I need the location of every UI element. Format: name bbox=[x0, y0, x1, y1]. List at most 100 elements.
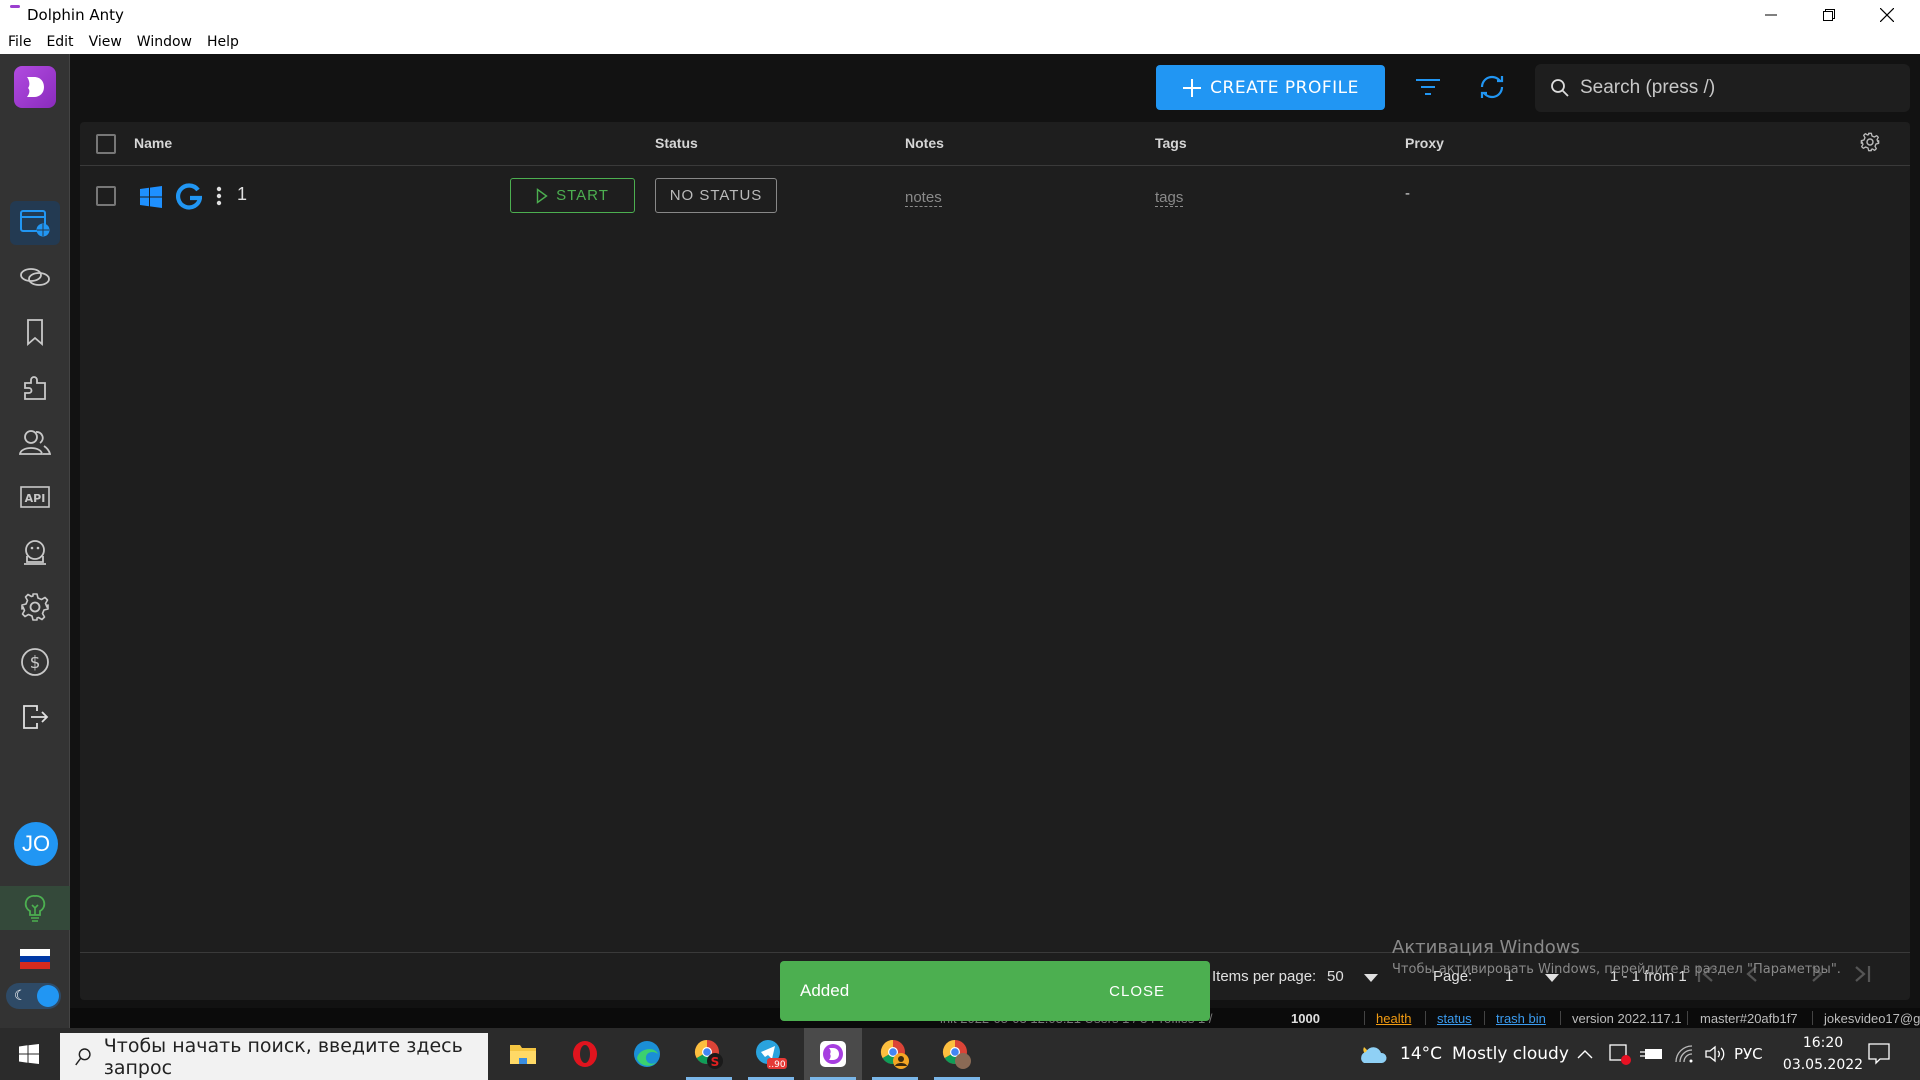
tray-battery-icon[interactable] bbox=[1640, 1028, 1664, 1080]
sidebar-item-users[interactable] bbox=[10, 420, 60, 464]
items-per-page-value[interactable]: 50 bbox=[1327, 968, 1344, 985]
sidebar-item-logout[interactable] bbox=[10, 695, 60, 739]
tray-wifi-icon[interactable] bbox=[1674, 1028, 1694, 1080]
windows-start-icon bbox=[19, 1044, 39, 1064]
dolphin-logo-icon bbox=[27, 77, 44, 97]
select-all-checkbox[interactable] bbox=[96, 134, 116, 154]
plus-icon bbox=[1183, 78, 1202, 97]
sidebar-item-synchronizer[interactable] bbox=[10, 255, 60, 299]
language-flag-ru[interactable] bbox=[20, 949, 50, 970]
taskbar-telegram[interactable]: ..90 bbox=[742, 1028, 800, 1080]
filter-button[interactable] bbox=[1411, 70, 1445, 104]
dolphin-logo[interactable] bbox=[14, 66, 56, 108]
taskbar-file-explorer[interactable] bbox=[494, 1028, 552, 1080]
weather-temperature: 14°C bbox=[1400, 1044, 1443, 1064]
column-tags[interactable]: Tags bbox=[1155, 135, 1187, 151]
taskbar-chrome-profile-user[interactable] bbox=[866, 1028, 924, 1080]
bookmark-icon bbox=[27, 319, 43, 346]
tips-button[interactable] bbox=[0, 886, 70, 930]
browser-globe-icon bbox=[20, 210, 50, 237]
divider bbox=[1484, 1011, 1485, 1025]
last-page-button[interactable] bbox=[1853, 964, 1871, 990]
trash-bin-link[interactable]: trash bin bbox=[1496, 1011, 1546, 1026]
tray-volume-icon[interactable] bbox=[1704, 1028, 1728, 1080]
profile-name[interactable]: 1 bbox=[237, 184, 247, 205]
tray-overflow-button[interactable] bbox=[1577, 1028, 1593, 1080]
app-icon bbox=[10, 5, 20, 8]
row-checkbox[interactable] bbox=[96, 186, 116, 206]
menu-edit[interactable]: Edit bbox=[46, 34, 73, 50]
menu-help[interactable]: Help bbox=[207, 34, 239, 50]
snackbar-close-button[interactable]: CLOSE bbox=[1109, 983, 1165, 1000]
divider bbox=[1560, 1011, 1561, 1025]
build-branch: master#20afb1f7 bbox=[1700, 1011, 1798, 1026]
table-row[interactable]: 1 START NO STATUS notes tags - bbox=[80, 167, 1910, 227]
taskbar-search[interactable]: Чтобы начать поиск, введите здесь запрос bbox=[60, 1033, 488, 1080]
sidebar-item-settings[interactable] bbox=[10, 585, 60, 629]
notification-icon bbox=[1868, 1043, 1890, 1065]
taskbar-dolphin-anty[interactable] bbox=[804, 1028, 862, 1080]
profile-menu-button[interactable] bbox=[216, 185, 222, 212]
profile-status-badge[interactable]: NO STATUS bbox=[655, 178, 777, 213]
refresh-button[interactable] bbox=[1475, 70, 1509, 104]
divider bbox=[1687, 1011, 1688, 1025]
edge-icon bbox=[634, 1041, 660, 1067]
sidebar-item-bookmarks[interactable] bbox=[10, 310, 60, 354]
sidebar-item-extensions[interactable] bbox=[10, 365, 60, 409]
items-per-page-dropdown[interactable] bbox=[1364, 970, 1378, 987]
taskbar-edge[interactable] bbox=[618, 1028, 676, 1080]
update-icon bbox=[1609, 1044, 1631, 1065]
search-input[interactable] bbox=[1580, 77, 1880, 99]
sidebar-item-browser-profiles[interactable] bbox=[10, 201, 60, 245]
health-link[interactable]: health bbox=[1376, 1011, 1411, 1026]
weather-text: Mostly cloudy bbox=[1452, 1044, 1569, 1064]
svg-text:$: $ bbox=[30, 653, 41, 673]
start-profile-button[interactable]: START bbox=[510, 178, 635, 213]
close-icon bbox=[1880, 8, 1894, 22]
profile-notes[interactable]: notes bbox=[905, 189, 942, 207]
menu-file[interactable]: File bbox=[8, 34, 31, 50]
tray-clock[interactable]: 16:20 03.05.2022 bbox=[1778, 1028, 1868, 1080]
column-proxy[interactable]: Proxy bbox=[1405, 135, 1444, 151]
app-version: version 2022.117.1 bbox=[1572, 1011, 1682, 1026]
taskbar-chrome-profile-s[interactable]: S bbox=[680, 1028, 738, 1080]
minimize-button[interactable] bbox=[1742, 0, 1800, 30]
restore-button[interactable] bbox=[1800, 0, 1858, 30]
menu-window[interactable]: Window bbox=[137, 34, 192, 50]
menu-view[interactable]: View bbox=[89, 34, 122, 50]
footer-divider bbox=[80, 952, 1910, 953]
column-notes[interactable]: Notes bbox=[905, 135, 944, 151]
chevron-up-icon bbox=[1577, 1050, 1593, 1059]
close-window-button[interactable] bbox=[1858, 0, 1916, 30]
table-settings-button[interactable] bbox=[1860, 132, 1880, 157]
last-page-icon bbox=[1855, 966, 1871, 982]
battery-icon bbox=[1640, 1049, 1662, 1059]
user-avatar[interactable]: JO bbox=[14, 822, 58, 866]
tray-language[interactable]: РУС bbox=[1734, 1028, 1763, 1080]
windows-taskbar: Чтобы начать поиск, введите здесь запрос… bbox=[0, 1028, 1920, 1080]
profile-tags[interactable]: tags bbox=[1155, 189, 1184, 207]
taskbar-opera[interactable] bbox=[556, 1028, 614, 1080]
column-name[interactable]: Name bbox=[134, 135, 172, 151]
sidebar-item-billing[interactable]: $ bbox=[10, 640, 60, 684]
activation-watermark-title: Активация Windows bbox=[1392, 937, 1580, 958]
more-vertical-icon bbox=[216, 186, 222, 206]
google-chrome-icon bbox=[176, 183, 203, 216]
column-status[interactable]: Status bbox=[655, 135, 698, 151]
sidebar-item-api[interactable]: API bbox=[10, 475, 60, 519]
notification-center-button[interactable] bbox=[1868, 1028, 1890, 1080]
create-profile-button[interactable]: CREATE PROFILE bbox=[1156, 65, 1385, 110]
weather-widget[interactable]: 14°C Mostly cloudy bbox=[1358, 1028, 1569, 1080]
theme-toggle[interactable]: ☾ bbox=[6, 983, 61, 1009]
taskbar-chrome-profile-photo[interactable] bbox=[928, 1028, 986, 1080]
status-link[interactable]: status bbox=[1437, 1011, 1472, 1026]
svg-text:..90: ..90 bbox=[768, 1060, 785, 1070]
search-box[interactable] bbox=[1535, 64, 1910, 112]
start-button[interactable] bbox=[0, 1028, 58, 1080]
tray-update-icon[interactable] bbox=[1608, 1028, 1632, 1080]
sidebar-item-automation[interactable] bbox=[10, 530, 60, 574]
dolphin-icon bbox=[820, 1041, 846, 1067]
chrome-icon bbox=[880, 1040, 909, 1069]
puzzle-icon bbox=[24, 376, 46, 400]
start-label: START bbox=[556, 187, 609, 204]
